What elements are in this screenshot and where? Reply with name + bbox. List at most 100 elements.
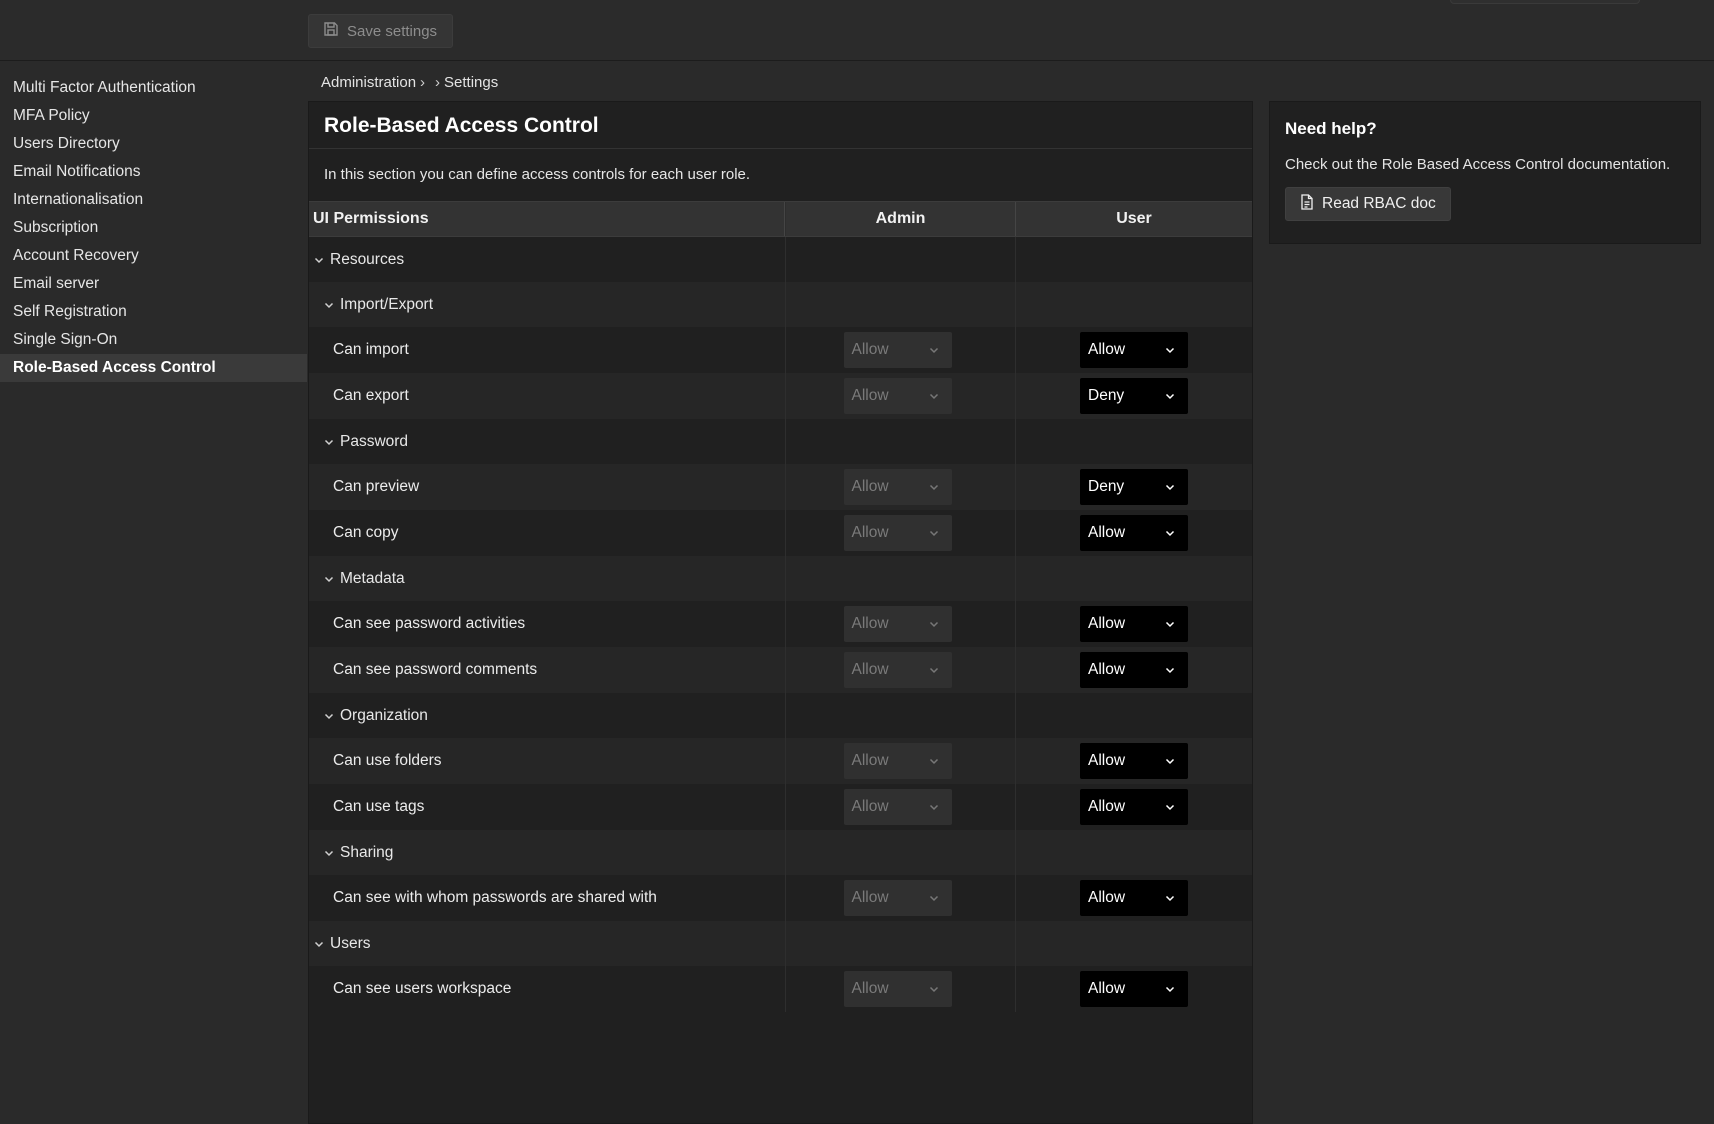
sidebar-item-email-notifications[interactable]: Email Notifications — [0, 158, 307, 186]
select-value: Allow — [851, 387, 889, 404]
chevron-down-icon[interactable] — [313, 254, 325, 266]
admin-permission-select: Allow — [843, 515, 952, 551]
sidebar-item-self-registration[interactable]: Self Registration — [0, 298, 307, 326]
breadcrumb-administration[interactable]: Administration — [321, 74, 416, 91]
sidebar-item-subscription[interactable]: Subscription — [0, 214, 307, 242]
sidebar-item-role-based-access-control[interactable]: Role-Based Access Control — [0, 354, 307, 382]
table-header: UI Permissions Admin User — [309, 201, 1252, 237]
select-value: Allow — [1088, 752, 1126, 769]
chevron-down-icon[interactable] — [323, 299, 335, 311]
sidebar-item-single-sign-on[interactable]: Single Sign-On — [0, 326, 307, 354]
user-permission-select[interactable]: Allow — [1080, 515, 1188, 551]
group-label: Import/Export — [340, 295, 434, 313]
admin-permission-select: Allow — [843, 652, 952, 688]
permission-label: Can copy — [333, 524, 399, 541]
permission-label: Can preview — [333, 478, 420, 495]
chevron-down-icon — [1164, 983, 1176, 995]
permission-row: Can see users workspace Allow Allow — [309, 966, 1252, 1012]
chevron-down-icon[interactable] — [313, 938, 325, 950]
sidebar-item-internationalisation[interactable]: Internationalisation — [0, 186, 307, 214]
save-settings-label: Save settings — [347, 22, 438, 40]
user-permission-select[interactable]: Allow — [1080, 606, 1188, 642]
select-value: Allow — [1088, 524, 1126, 541]
chevron-down-icon — [928, 664, 940, 676]
chevron-down-icon — [1164, 344, 1176, 356]
rbac-panel: Role-Based Access Control In this sectio… — [308, 101, 1253, 1124]
admin-permission-select: Allow — [843, 332, 952, 368]
subcategory-row: Password — [309, 419, 1252, 464]
chevron-down-icon — [1164, 390, 1176, 402]
sidebar-item-account-recovery[interactable]: Account Recovery — [0, 242, 307, 270]
permission-row: Can import Allow Allow — [309, 327, 1252, 373]
select-value: Allow — [851, 478, 889, 495]
permission-row: Can use tags Allow Allow — [309, 784, 1252, 830]
permission-row: Can use folders Allow Allow — [309, 738, 1252, 784]
permission-label: Can import — [333, 341, 409, 358]
chevron-down-icon — [928, 390, 940, 402]
user-permission-select[interactable]: Deny — [1080, 378, 1188, 414]
sidebar-item-multi-factor-authentication[interactable]: Multi Factor Authentication — [0, 74, 307, 102]
help-panel: Need help? Check out the Role Based Acce… — [1269, 101, 1701, 244]
user-permission-select[interactable]: Allow — [1080, 880, 1188, 916]
read-rbac-doc-button[interactable]: Read RBAC doc — [1285, 187, 1451, 221]
permission-row: Can preview Allow Deny — [309, 464, 1252, 510]
subcategory-row: Sharing — [309, 830, 1252, 875]
help-title: Need help? — [1285, 119, 1377, 138]
user-permission-select[interactable]: Allow — [1080, 971, 1188, 1007]
breadcrumb: Administration › › Settings — [321, 71, 498, 93]
select-value: Allow — [1088, 661, 1126, 678]
chevron-down-icon[interactable] — [323, 573, 335, 585]
permission-row: Can export Allow Deny — [309, 373, 1252, 419]
admin-sidebar: Multi Factor Authentication MFA Policy Use… — [0, 74, 307, 382]
page-description: In this section you can define access co… — [324, 166, 751, 183]
user-permission-select[interactable]: Allow — [1080, 332, 1188, 368]
group-label: Users — [330, 934, 371, 952]
breadcrumb-separator: › — [420, 73, 426, 91]
chevron-down-icon — [1164, 801, 1176, 813]
admin-permission-select: Allow — [843, 789, 952, 825]
chevron-down-icon[interactable] — [323, 436, 335, 448]
save-settings-button[interactable]: Save settings — [308, 14, 453, 48]
user-permission-select[interactable]: Allow — [1080, 789, 1188, 825]
select-value: Allow — [1088, 889, 1126, 906]
header-ui-permissions: UI Permissions — [309, 202, 785, 236]
permission-row: Can see password activities Allow Allow — [309, 601, 1252, 647]
permission-row: Can copy Allow Allow — [309, 510, 1252, 556]
select-value: Deny — [1088, 387, 1125, 404]
top-toolbar: Save settings — [0, 0, 1714, 61]
select-value: Allow — [851, 752, 889, 769]
subcategory-row: Metadata — [309, 556, 1252, 601]
chevron-down-icon[interactable] — [323, 847, 335, 859]
sidebar-item-mfa-policy[interactable]: MFA Policy — [0, 102, 307, 130]
permission-label: Can see with whom passwords are shared w… — [333, 889, 657, 906]
select-value: Allow — [851, 341, 889, 358]
permissions-table: UI Permissions Admin User Resources Impor… — [309, 201, 1252, 1012]
category-row: Users — [309, 921, 1252, 966]
chevron-down-icon[interactable] — [323, 710, 335, 722]
sidebar-item-users-directory[interactable]: Users Directory — [0, 130, 307, 158]
select-value: Allow — [851, 615, 889, 632]
search-input[interactable] — [1450, 0, 1640, 4]
admin-permission-select: Allow — [843, 378, 952, 414]
user-permission-select[interactable]: Deny — [1080, 469, 1188, 505]
select-value: Allow — [1088, 615, 1126, 632]
header-user: User — [1116, 210, 1152, 227]
permission-label: Can use folders — [333, 752, 442, 769]
permission-row: Can see password comments Allow Allow — [309, 647, 1252, 693]
user-permission-select[interactable]: Allow — [1080, 652, 1188, 688]
sidebar-item-email-server[interactable]: Email server — [0, 270, 307, 298]
chevron-down-icon — [1164, 618, 1176, 630]
chevron-down-icon — [928, 755, 940, 767]
admin-permission-select: Allow — [843, 880, 952, 916]
select-value: Allow — [851, 980, 889, 997]
group-label: Sharing — [340, 843, 394, 861]
select-value: Allow — [1088, 798, 1126, 815]
group-label: Resources — [330, 250, 405, 268]
chevron-down-icon — [1164, 755, 1176, 767]
header-admin: Admin — [785, 202, 1016, 236]
breadcrumb-settings[interactable]: Settings — [444, 74, 498, 91]
chevron-down-icon — [1164, 892, 1176, 904]
document-icon — [1300, 193, 1314, 215]
read-rbac-doc-label: Read RBAC doc — [1322, 195, 1436, 212]
user-permission-select[interactable]: Allow — [1080, 743, 1188, 779]
